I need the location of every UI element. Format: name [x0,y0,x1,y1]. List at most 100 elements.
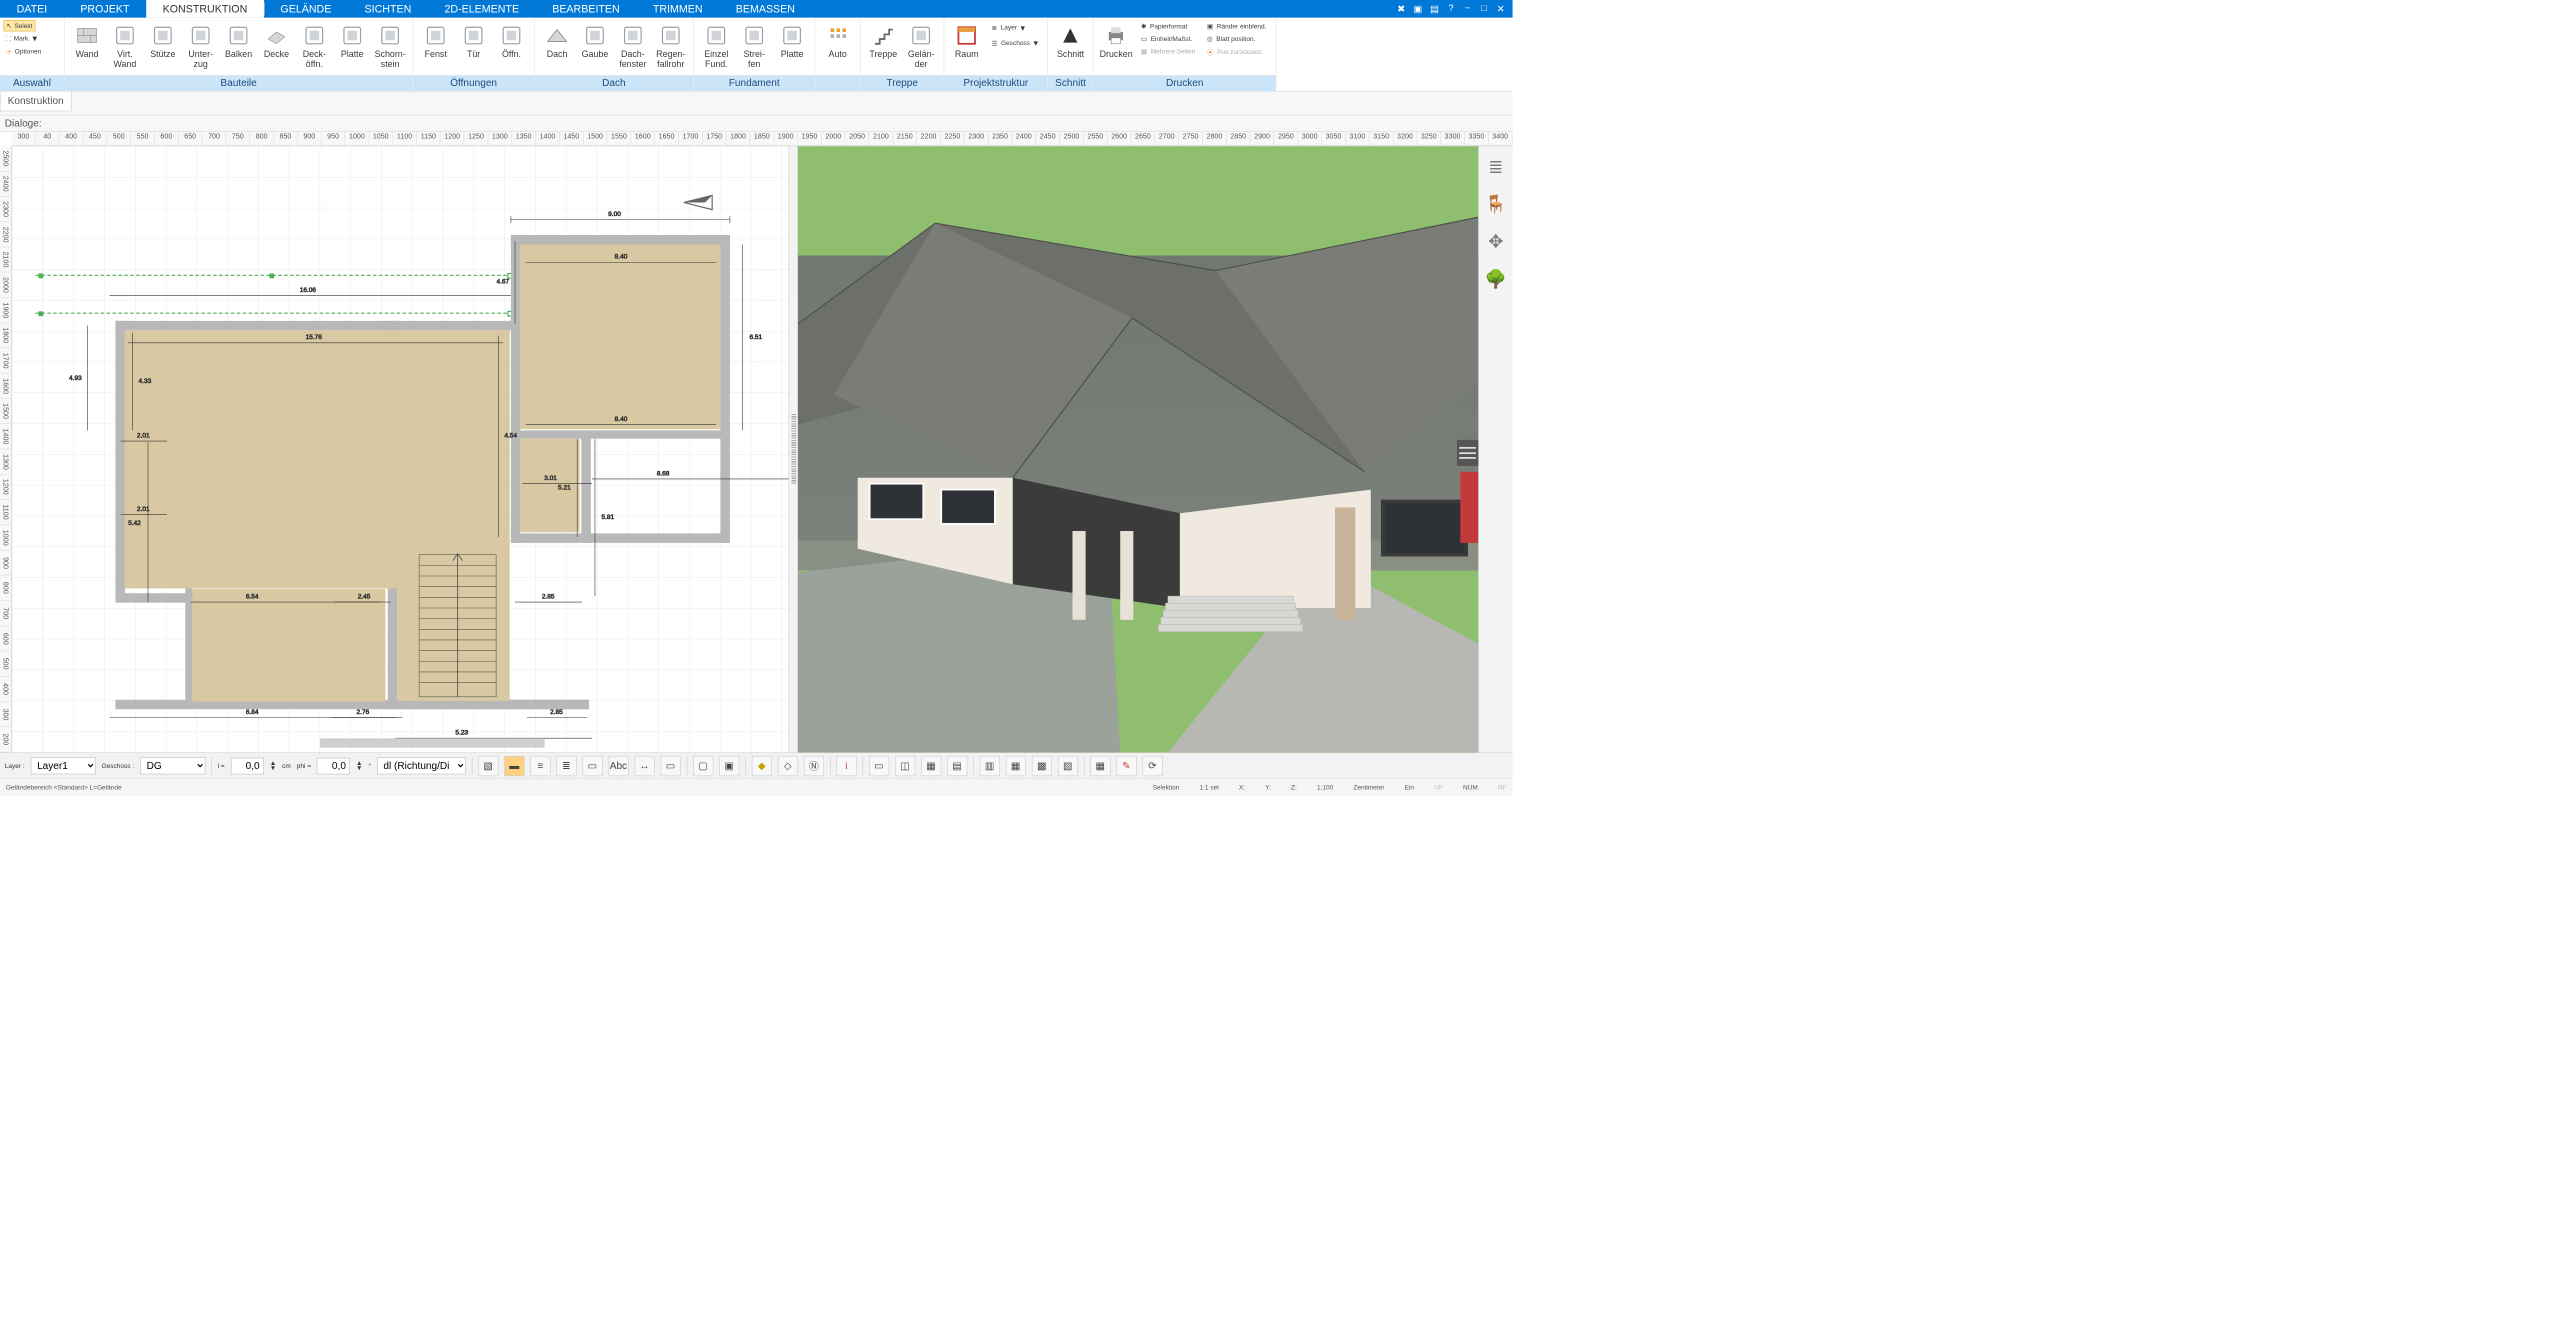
layer-select[interactable]: Layer1 [31,757,96,774]
mark-dropdown[interactable]: ⸬Mark. ▾ [4,31,40,45]
dach-regen--button[interactable]: Regen- fallrohr [652,20,690,72]
menu-konstruktion[interactable]: KONSTRUKTION [146,0,264,18]
raender-icon: ▣ [1207,22,1213,30]
menu-bemassen[interactable]: BEMASSEN [719,0,811,18]
oeffnungen-fenst-button[interactable]: Fenst [417,20,455,62]
t2-info[interactable]: i [836,756,856,776]
dach-gaube-button[interactable]: Gaube [576,20,614,62]
dach-dach-button[interactable]: Dach [538,20,576,62]
phi-label: phi = [297,762,311,769]
t2-hatch2[interactable]: ▬ [504,756,524,776]
geschoss-select[interactable]: DG [140,757,205,774]
t2-view-d[interactable]: ▤ [947,756,967,776]
menu-2d-elemente[interactable]: 2D-ELEMENTE [428,0,536,18]
t2-hatch1[interactable]: ▧ [478,756,498,776]
move-icon[interactable]: ✥ [1488,231,1503,252]
t2-tile4[interactable]: ▧ [1058,756,1078,776]
dach-dach--button[interactable]: Dach- fenster [614,20,652,72]
t2-dim[interactable]: ↔ [634,756,654,776]
status-rf: RF [1498,784,1507,791]
bauteile-wand-button[interactable]: Wand [68,20,106,62]
t2-pin[interactable]: ✎ [1116,756,1136,776]
title-window1-icon[interactable]: ▣ [1410,2,1425,16]
menu-gelaende[interactable]: GELÄNDE [264,0,348,18]
t2-lines[interactable]: ≡ [530,756,550,776]
bauteile-decke-button[interactable]: Decke [258,20,296,62]
fundament-platte-button[interactable]: Platte [773,20,811,62]
t2-view-b[interactable]: ◫ [895,756,915,776]
3d-view[interactable] [798,146,1478,752]
einheit-icon: ▭ [1141,35,1147,43]
raender-button[interactable]: ▣Ränder einblend. [1205,21,1269,31]
t2-tile2[interactable]: ▦ [1006,756,1026,776]
treppe-treppe-button[interactable]: Treppe [864,20,902,62]
title-window2-icon[interactable]: ▤ [1427,2,1442,16]
oeffnungen-t-r-button[interactable]: Tür [455,20,493,62]
t2-view-c[interactable]: ▦ [921,756,941,776]
t2-diamond[interactable]: ◆ [752,756,772,776]
maximize-icon[interactable]: □ [1476,2,1491,16]
title-tool-icon[interactable]: ✖ [1394,2,1409,16]
bauteile-unter--button[interactable]: Unter- zug [182,20,220,72]
bauteile-st-tze-button[interactable]: Stütze [144,20,182,62]
view-splitter[interactable] [789,146,798,752]
minimize-icon[interactable]: − [1460,2,1475,16]
einheit-button[interactable]: ▭Einheit/Maßst. [1139,34,1198,44]
t2-dash[interactable]: ▭ [660,756,680,776]
treppe-gel-n--button[interactable]: Gelän- der [902,20,940,72]
t2-grid-toggle[interactable]: ▦ [1090,756,1110,776]
layer-dropdown[interactable]: ≣Layer ▾ [989,21,1040,34]
furniture-icon[interactable]: 🪑 [1485,194,1507,215]
mehrere-seiten-button[interactable]: ▦Mehrere Seiten [1139,46,1198,56]
t2-view-a[interactable]: ▭ [869,756,889,776]
raum-button[interactable]: Raum [948,20,986,62]
papierformat-button[interactable]: ✱Papierformat [1139,21,1198,31]
dl-select[interactable]: dl (Richtung/Di [377,757,466,774]
phi-input[interactable] [317,757,350,774]
t2-n[interactable]: Ⓝ [804,756,824,776]
fundament-einzel-button[interactable]: Einzel Fund. [697,20,735,72]
l-input[interactable] [231,757,264,774]
ruler-vertical: 2500240023002200210020001900180017001600… [0,146,12,752]
menu-sichten[interactable]: SICHTEN [348,0,428,18]
blatt-pos-button[interactable]: ◎Blatt position. [1205,34,1269,44]
drucken-button[interactable]: Drucken [1097,20,1135,62]
pos-reset-button[interactable]: ⦿Pos zurücksetz. [1205,46,1269,58]
oeffnungen--ffn--button[interactable]: Öffn. [493,20,531,62]
selekt-button[interactable]: ↖Selekt [4,20,36,31]
menu-trimmen[interactable]: TRIMMEN [636,0,719,18]
bauteile-deck--button[interactable]: Deck- öffn. [295,20,333,72]
wand-icon [74,22,100,48]
fundament-strei--button[interactable]: Strei- fen [735,20,773,72]
menu-datei[interactable]: DATEI [0,0,64,18]
auto-button[interactable]: Auto [819,20,857,62]
t2-stripe[interactable]: ▭ [582,756,602,776]
t2-rect[interactable]: ▢ [693,756,713,776]
t2-lines2[interactable]: ≣ [556,756,576,776]
menu-projekt[interactable]: PROJEKT [64,0,146,18]
bauteile-platte-button[interactable]: Platte [333,20,371,62]
t2-tile3[interactable]: ▩ [1032,756,1052,776]
geschoss-dropdown[interactable]: ☰Geschoss ▾ [989,37,1040,50]
bauteile-virt--button[interactable]: Virt. Wand [106,20,144,72]
status-uf: UF [1434,784,1443,791]
close-icon[interactable]: ✕ [1493,2,1508,16]
tree-icon[interactable]: 🌳 [1485,269,1507,290]
svg-text:6.84: 6.84 [246,709,259,716]
layers-icon[interactable]: ≣ [1488,157,1503,178]
status-ratio: 1:1 sel [1199,784,1218,791]
konstruktion-subtab[interactable]: Konstruktion [0,92,71,112]
t2-abc[interactable]: Abc [608,756,628,776]
bauteile-schorn--button[interactable]: Schorn- stein [371,20,409,72]
t2-diamond-outline[interactable]: ◇ [778,756,798,776]
optionen-button[interactable]: ＋Optionen [4,46,44,58]
bauteile-balken-button[interactable]: Balken [220,20,258,62]
2d-plan-view[interactable]: 9.00 8.40 8.40 6.51 16.06 15.76 4.93 4.3… [12,146,789,752]
t2-crop[interactable]: ▣ [719,756,739,776]
schnitt-button[interactable]: Schnitt [1052,20,1090,62]
title-help-icon[interactable]: ? [1443,2,1458,16]
side-panel-handle[interactable] [1457,440,1478,466]
t2-tile1[interactable]: ▥ [980,756,1000,776]
menu-bearbeiten[interactable]: BEARBEITEN [536,0,637,18]
t2-reset[interactable]: ⟳ [1142,756,1162,776]
